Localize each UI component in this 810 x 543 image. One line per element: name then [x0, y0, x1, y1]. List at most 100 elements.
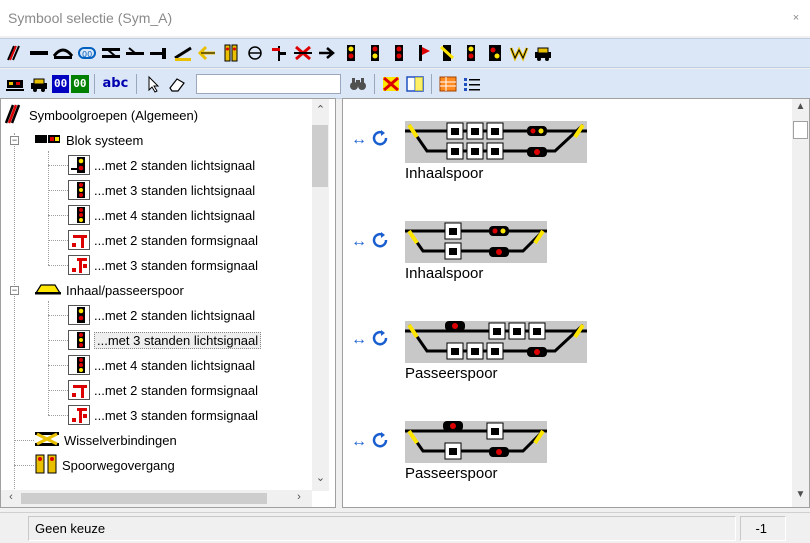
tree-line: [14, 133, 15, 493]
scroll-thumb[interactable]: [21, 493, 267, 504]
grid-icon[interactable]: [437, 73, 459, 95]
tree-item[interactable]: ...met 2 standen lichtsignaal: [68, 154, 255, 176]
level-crossing-icon[interactable]: [220, 42, 242, 64]
tree-item[interactable]: ...met 2 standen formsignaal: [68, 229, 258, 251]
cross-red-icon[interactable]: [292, 42, 314, 64]
tree-item-selected[interactable]: ...met 3 standen lichtsignaal: [68, 329, 262, 351]
tree-item[interactable]: ...met 4 standen lichtsignaal: [68, 204, 255, 226]
symbol-preview-panel[interactable]: ↔ Inhaalspoor ↔ Inhaalspoor ↔ Passeerspo…: [342, 98, 810, 508]
car-icon[interactable]: [532, 42, 554, 64]
rotate-icon[interactable]: [371, 431, 389, 452]
curve-track-icon[interactable]: [52, 42, 74, 64]
status-value: -1: [740, 516, 786, 541]
tree-item[interactable]: ...met 4 standen lichtsignaal: [68, 354, 255, 376]
window-title: Symbool selectie (Sym_A): [8, 10, 173, 26]
car-filter-icon[interactable]: [28, 73, 50, 95]
swap-arrows-icon[interactable]: ↔: [351, 433, 367, 451]
pointer-icon[interactable]: [142, 73, 164, 95]
rotate-icon[interactable]: [371, 231, 389, 252]
search-input[interactable]: [196, 73, 342, 94]
list-icon[interactable]: [461, 73, 483, 95]
rotate-icon[interactable]: [371, 329, 389, 350]
title-bar: Symbool selectie (Sym_A) ×: [0, 0, 810, 36]
tree-item[interactable]: ...met 2 standen formsignaal: [68, 379, 258, 401]
table-icon[interactable]: [404, 73, 426, 95]
tree-horizontal-scrollbar[interactable]: ‹ ›: [1, 490, 312, 507]
swap-arrows-icon[interactable]: ↔: [351, 131, 367, 149]
symbol-group-tree[interactable]: Symboolgroepen (Algemeen) − Blok systeem…: [0, 98, 336, 508]
tree-item-label: ...met 2 standen lichtsignaal: [94, 307, 256, 323]
crown-icon[interactable]: [508, 42, 530, 64]
arrow-right-icon[interactable]: [316, 42, 338, 64]
symbol-vertical-scrollbar[interactable]: ▲ ▼: [792, 99, 809, 507]
diagonal-track-icon[interactable]: [172, 42, 194, 64]
passing-track-symbol: [405, 121, 587, 163]
signal-yellow-icon[interactable]: [436, 42, 458, 64]
signal-flag-icon[interactable]: [412, 42, 434, 64]
scroll-right-icon[interactable]: ›: [293, 491, 305, 503]
counter-green[interactable]: 00: [71, 74, 89, 93]
rotate-icon[interactable]: [371, 129, 389, 150]
exclude-icon[interactable]: [380, 73, 402, 95]
train-icon: [34, 132, 62, 149]
tree-item[interactable]: ...met 2 standen lichtsignaal: [68, 304, 255, 326]
scroll-thumb[interactable]: [793, 121, 808, 139]
tree-item[interactable]: ...met 3 standen lichtsignaal: [68, 179, 255, 201]
track-red-icon: [3, 104, 25, 127]
tree-line: [48, 151, 49, 265]
turnout-left-icon[interactable]: [124, 42, 146, 64]
close-icon[interactable]: ×: [788, 10, 804, 26]
toolbar-separator: [431, 73, 433, 94]
track-red-icon[interactable]: [4, 42, 26, 64]
collapse-toggle[interactable]: −: [10, 286, 19, 295]
semaphore-2-icon: [68, 380, 90, 400]
text-tool-button[interactable]: abc: [100, 76, 132, 91]
signal-2-icon[interactable]: [340, 42, 362, 64]
symbol-controls: ↔: [351, 129, 389, 150]
circle-minus-icon[interactable]: [244, 42, 266, 64]
loop-track-icon[interactable]: 00: [76, 42, 98, 64]
tree-group-blok-systeem[interactable]: Blok systeem: [34, 129, 143, 151]
light-signal-2-icon: [68, 155, 90, 175]
tree-vertical-scrollbar[interactable]: ⌃ ⌄: [312, 99, 329, 491]
filter-toolbar: 00 00 abc: [0, 69, 810, 99]
symbol-entry[interactable]: ↔ Inhaalspoor: [351, 219, 591, 289]
light-signal-3-icon: [68, 180, 90, 200]
signal-3-icon[interactable]: [364, 42, 386, 64]
symbol-entry[interactable]: ↔ Passeerspoor: [351, 319, 591, 389]
collapse-toggle[interactable]: −: [10, 136, 19, 145]
eraser-icon[interactable]: [166, 73, 188, 95]
swap-arrows-icon[interactable]: ↔: [351, 233, 367, 251]
scroll-down-icon[interactable]: ⌄: [312, 471, 329, 484]
scroll-thumb[interactable]: [312, 125, 328, 187]
scroll-down-icon[interactable]: ▼: [792, 489, 809, 500]
arrow-left-yellow-icon[interactable]: [196, 42, 218, 64]
swap-arrows-icon[interactable]: ↔: [351, 331, 367, 349]
scroll-up-icon[interactable]: ⌃: [312, 103, 329, 116]
tree-item[interactable]: ...met 3 standen formsignaal: [68, 254, 258, 276]
train-icon[interactable]: [4, 73, 26, 95]
scroll-up-icon[interactable]: ▲: [792, 101, 809, 112]
semaphore-icon[interactable]: [268, 42, 290, 64]
tree-item[interactable]: ...met 3 standen formsignaal: [68, 404, 258, 426]
symbol-entry[interactable]: ↔ Inhaalspoor: [351, 119, 591, 189]
buffer-stop-icon[interactable]: [148, 42, 170, 64]
straight-track-icon[interactable]: [28, 42, 50, 64]
tree-root-label: Symboolgroepen (Algemeen): [29, 107, 199, 123]
signal-4-icon[interactable]: [388, 42, 410, 64]
tree-group-wisselverbindingen[interactable]: Wisselverbindingen: [34, 429, 177, 451]
tree-group-spoorwegovergang[interactable]: Spoorwegovergang: [34, 454, 175, 476]
light-signal-3-icon: [68, 330, 90, 350]
signal-5-icon[interactable]: [460, 42, 482, 64]
signal-6-icon[interactable]: [484, 42, 506, 64]
symbol-entry[interactable]: ↔ Passeerspoor: [351, 419, 591, 489]
binoculars-icon[interactable]: [347, 73, 369, 95]
tree-group-inhaal-passeerspoor[interactable]: Inhaal/passeerspoor: [34, 279, 184, 301]
scroll-left-icon[interactable]: ‹: [5, 491, 17, 503]
tree-root[interactable]: Symboolgroepen (Algemeen): [3, 104, 198, 126]
double-crossover-icon[interactable]: [100, 42, 122, 64]
tree-group-label: Wisselverbindingen: [64, 432, 177, 448]
counter-blue[interactable]: 00: [52, 74, 70, 93]
tree-group-label: Inhaal/passeerspoor: [66, 282, 184, 298]
tree-group-label: Spoorwegovergang: [62, 457, 175, 473]
